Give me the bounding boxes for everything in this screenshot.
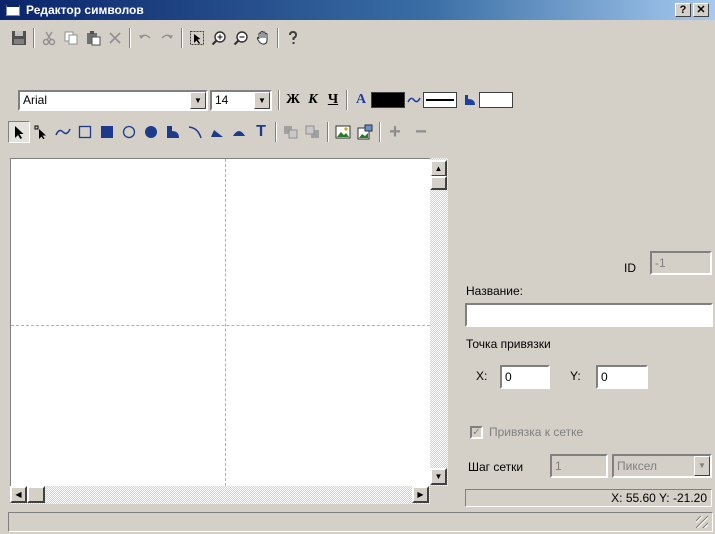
line-color-swatch[interactable] xyxy=(423,92,457,108)
select-icon[interactable] xyxy=(186,27,208,49)
horizontal-scrollbar[interactable]: ◀ ▶ xyxy=(10,486,430,504)
fill-color-swatch[interactable] xyxy=(479,92,513,108)
bring-to-front-icon[interactable] xyxy=(280,121,302,143)
save-icon[interactable] xyxy=(8,27,30,49)
name-input[interactable] xyxy=(465,303,713,327)
grid-step-label: Шаг сетки xyxy=(468,460,524,474)
node-edit-tool-icon[interactable] xyxy=(30,121,52,143)
scroll-up-button[interactable]: ▲ xyxy=(430,160,447,177)
vertical-scrollbar[interactable]: ▲ ▼ xyxy=(430,158,448,486)
scroll-down-button[interactable]: ▼ xyxy=(430,468,447,485)
pointer-tool-icon[interactable] xyxy=(8,121,30,143)
font-name-select[interactable]: Arial ▼ xyxy=(18,89,208,111)
name-label: Название: xyxy=(466,284,523,298)
chevron-down-icon: ▼ xyxy=(694,456,710,476)
toolbar-separator xyxy=(275,122,277,142)
window-icon xyxy=(6,4,20,16)
anchor-x-label: X: xyxy=(476,369,488,383)
text-format-toolbar: Arial ▼ 14 ▼ Ж К Ч A xyxy=(8,86,513,114)
chord-tool-icon[interactable] xyxy=(228,121,250,143)
anchor-x-input[interactable]: 0 xyxy=(500,365,550,389)
filled-rectangle-tool-icon[interactable] xyxy=(96,121,118,143)
id-field: -1 xyxy=(650,251,712,275)
help-icon[interactable] xyxy=(282,27,304,49)
grid-step-input: 1 xyxy=(550,454,608,478)
title-bar: Редактор символов ? ✕ xyxy=(0,0,715,20)
toolbar-separator xyxy=(181,28,183,48)
underline-button[interactable]: Ч xyxy=(323,92,343,108)
scroll-right-button[interactable]: ▶ xyxy=(412,486,429,503)
zoom-in-icon[interactable] xyxy=(208,27,230,49)
drawing-canvas[interactable] xyxy=(10,158,430,486)
paste-icon[interactable] xyxy=(82,27,104,49)
grid-horizontal-axis xyxy=(11,325,430,326)
cursor-coordinates: X: 55.60 Y: -21.20 xyxy=(465,489,712,507)
toolbar-separator xyxy=(327,122,329,142)
anchor-y-input[interactable]: 0 xyxy=(596,365,648,389)
polygon-tool-icon[interactable] xyxy=(162,121,184,143)
copy-icon[interactable] xyxy=(60,27,82,49)
font-size-value: 14 xyxy=(215,92,229,107)
ellipse-tool-icon[interactable] xyxy=(118,121,140,143)
grid-unit-value: Пиксел xyxy=(617,459,657,473)
bold-button[interactable]: Ж xyxy=(283,92,303,108)
vertical-scroll-thumb[interactable] xyxy=(430,176,447,190)
anchor-point-label: Точка привязки xyxy=(466,337,551,351)
redo-icon[interactable] xyxy=(156,27,178,49)
status-bar xyxy=(8,512,713,532)
arc-tool-icon[interactable] xyxy=(184,121,206,143)
standard-toolbar xyxy=(8,24,304,52)
scroll-left-button[interactable]: ◀ xyxy=(10,486,27,503)
polyline-tool-icon[interactable] xyxy=(52,121,74,143)
snap-to-grid-checkbox[interactable]: ✓ xyxy=(470,426,483,439)
insert-image-icon[interactable] xyxy=(332,121,354,143)
toolbar-separator xyxy=(278,90,280,110)
add-button[interactable]: + xyxy=(384,121,406,143)
grid-unit-select: Пиксел ▼ xyxy=(612,454,712,478)
line-style-icon[interactable] xyxy=(405,89,423,111)
italic-button[interactable]: К xyxy=(303,92,323,108)
chevron-down-icon[interactable]: ▼ xyxy=(254,91,270,109)
toolbar-separator xyxy=(129,28,131,48)
text-color-icon[interactable]: A xyxy=(351,92,371,108)
font-size-select[interactable]: 14 ▼ xyxy=(210,89,272,111)
toolbar-separator xyxy=(277,28,279,48)
id-label: ID xyxy=(624,261,636,275)
toolbar-separator xyxy=(379,122,381,142)
text-tool-button[interactable]: T xyxy=(250,121,272,143)
delete-icon[interactable] xyxy=(104,27,126,49)
toolbar-separator xyxy=(346,90,348,110)
window-title: Редактор символов xyxy=(26,3,144,17)
fill-style-icon[interactable] xyxy=(461,89,479,111)
chevron-down-icon[interactable]: ▼ xyxy=(190,91,206,109)
grid-vertical-axis xyxy=(225,159,226,486)
toolbar-separator xyxy=(33,28,35,48)
rectangle-tool-icon[interactable] xyxy=(74,121,96,143)
export-image-icon[interactable] xyxy=(354,121,376,143)
remove-button[interactable]: − xyxy=(410,121,432,143)
help-button[interactable]: ? xyxy=(675,3,691,17)
drawing-toolbar: T + − xyxy=(8,118,432,146)
undo-icon[interactable] xyxy=(134,27,156,49)
send-to-back-icon[interactable] xyxy=(302,121,324,143)
resize-grip-icon[interactable] xyxy=(696,516,708,528)
anchor-y-label: Y: xyxy=(570,369,581,383)
zoom-out-icon[interactable] xyxy=(230,27,252,49)
line-sample xyxy=(426,99,454,101)
filled-ellipse-tool-icon[interactable] xyxy=(140,121,162,143)
snap-to-grid-label: Привязка к сетке xyxy=(489,425,584,439)
pan-hand-icon[interactable] xyxy=(252,27,274,49)
close-button[interactable]: ✕ xyxy=(693,3,709,17)
horizontal-scroll-thumb[interactable] xyxy=(27,486,45,503)
font-name-value: Arial xyxy=(23,92,48,107)
text-color-swatch[interactable] xyxy=(371,92,405,108)
pie-tool-icon[interactable] xyxy=(206,121,228,143)
cut-icon[interactable] xyxy=(38,27,60,49)
